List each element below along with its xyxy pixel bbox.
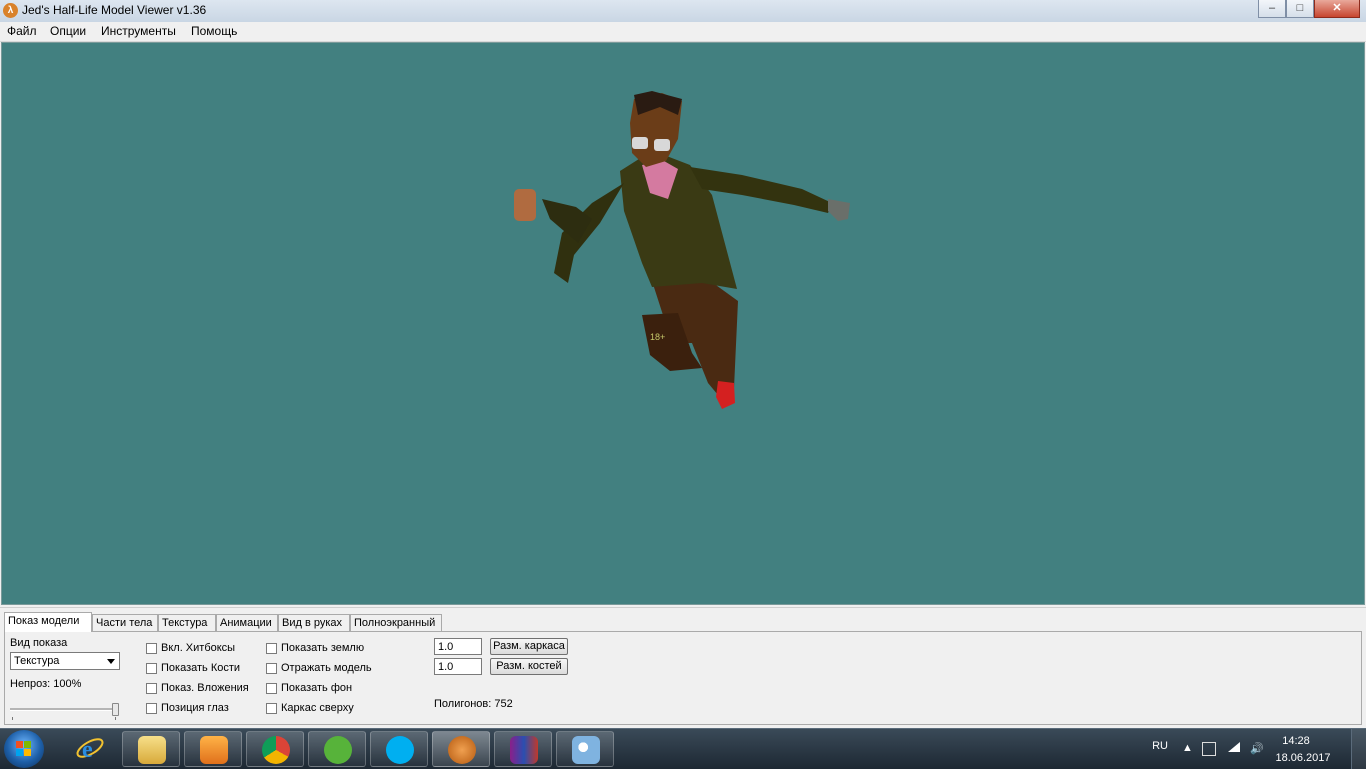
network-icon[interactable]: [1228, 742, 1240, 752]
minimize-button[interactable]: –: [1258, 0, 1286, 18]
tab-fullscreen[interactable]: Полноэкранный: [350, 614, 442, 631]
windows-logo-icon: [16, 741, 32, 757]
taskbar-paint[interactable]: [556, 731, 614, 767]
close-button[interactable]: ✕: [1314, 0, 1360, 18]
taskbar: e RU ▲ 🔊 14:28 18.06.2017: [0, 728, 1366, 769]
menu-bar: Файл Опции Инструменты Помощь: [0, 22, 1366, 42]
show-hidden-icons-icon[interactable]: ▲: [1182, 742, 1194, 754]
volume-icon[interactable]: 🔊: [1250, 742, 1264, 755]
render-mode-label: Вид показа: [10, 637, 68, 649]
checkbox-label: Позиция глаз: [161, 702, 229, 714]
slider-tick: [115, 717, 116, 720]
media-player-icon: [200, 736, 228, 764]
taskbar-skype[interactable]: [370, 731, 428, 767]
menu-help[interactable]: Помощь: [191, 24, 237, 38]
chevron-down-icon: [107, 659, 115, 664]
folder-icon: [138, 736, 166, 764]
tab-model-display[interactable]: Показ модели: [4, 612, 92, 632]
language-indicator[interactable]: RU: [1152, 740, 1168, 752]
winrar-icon: [510, 736, 538, 764]
bone-size-button[interactable]: Разм. костей: [490, 658, 568, 675]
checkbox-box[interactable]: [266, 663, 277, 674]
checkbox-box[interactable]: [266, 683, 277, 694]
control-panel: Показ модели Части тела Текстура Анимаци…: [0, 607, 1366, 729]
opacity-slider-thumb[interactable]: [112, 703, 119, 716]
tab-view-in-hands[interactable]: Вид в руках: [278, 614, 350, 631]
half-life-icon: [448, 736, 476, 764]
taskbar-chrome[interactable]: [246, 731, 304, 767]
internet-explorer-icon[interactable]: e: [74, 732, 106, 764]
bone-size-input[interactable]: 1.0: [434, 658, 482, 675]
chrome-icon: [262, 736, 290, 764]
checkbox-label: Вкл. Хитбоксы: [161, 642, 236, 654]
checkbox-label: Отражать модель: [281, 662, 372, 674]
opacity-slider[interactable]: [10, 708, 116, 711]
checkbox-box[interactable]: [146, 643, 157, 654]
taskbar-utorrent[interactable]: [308, 731, 366, 767]
polygon-count: Полигонов: 752: [434, 698, 513, 710]
tab-texture[interactable]: Текстура: [158, 614, 216, 631]
menu-options[interactable]: Опции: [50, 24, 86, 38]
checkbox-label: Показать землю: [281, 642, 365, 654]
menu-tools[interactable]: Инструменты: [101, 24, 176, 38]
checkbox-label: Показ. Вложения: [161, 682, 249, 694]
checkbox-box[interactable]: [146, 663, 157, 674]
taskbar-media-player[interactable]: [184, 731, 242, 767]
title-bar: λ Jed's Half-Life Model Viewer v1.36 – □…: [0, 0, 1366, 23]
model-viewport[interactable]: 18+: [1, 42, 1365, 605]
skype-icon: [386, 736, 414, 764]
player-model: 18+: [514, 91, 850, 409]
window-controls: – □ ✕: [1258, 0, 1360, 18]
opacity-label: Непроз: 100%: [10, 678, 82, 690]
checkbox-box[interactable]: [266, 703, 277, 714]
menu-file[interactable]: Файл: [7, 24, 37, 38]
window-title: Jed's Half-Life Model Viewer v1.36: [22, 3, 207, 17]
clock-time[interactable]: 14:28: [1266, 735, 1326, 747]
model-badge: 18+: [650, 332, 665, 342]
checkbox-label: Каркас сверху: [281, 702, 354, 714]
checkbox-label: Показать Кости: [161, 662, 241, 674]
clock-date[interactable]: 18.06.2017: [1266, 752, 1340, 764]
render-mode-value: Текстура: [14, 655, 60, 667]
wireframe-size-button[interactable]: Разм. каркаса: [490, 638, 568, 655]
start-button[interactable]: [4, 730, 44, 768]
checkbox-label: Показать фон: [281, 682, 353, 694]
taskbar-half-life-model-viewer[interactable]: [432, 731, 490, 767]
checkbox-box[interactable]: [146, 703, 157, 714]
tab-content-model-display: Вид показа Текстура Непроз: 100% Вкл. Хи…: [4, 631, 1362, 725]
render-mode-select[interactable]: Текстура: [10, 652, 120, 670]
action-center-icon[interactable]: [1202, 742, 1216, 756]
checkbox-box[interactable]: [146, 683, 157, 694]
slider-tick: [12, 717, 13, 720]
wireframe-size-input[interactable]: 1.0: [434, 638, 482, 655]
half-life-icon: λ: [3, 3, 18, 18]
taskbar-file-explorer[interactable]: [122, 731, 180, 767]
show-desktop-button[interactable]: [1351, 729, 1366, 769]
checkbox-box[interactable]: [266, 643, 277, 654]
taskbar-winrar[interactable]: [494, 731, 552, 767]
tab-animations[interactable]: Анимации: [216, 614, 278, 631]
maximize-button[interactable]: □: [1286, 0, 1314, 18]
paint-icon: [572, 736, 600, 764]
utorrent-icon: [324, 736, 352, 764]
tab-body-parts[interactable]: Части тела: [92, 614, 158, 631]
svg-text:e: e: [82, 737, 93, 763]
